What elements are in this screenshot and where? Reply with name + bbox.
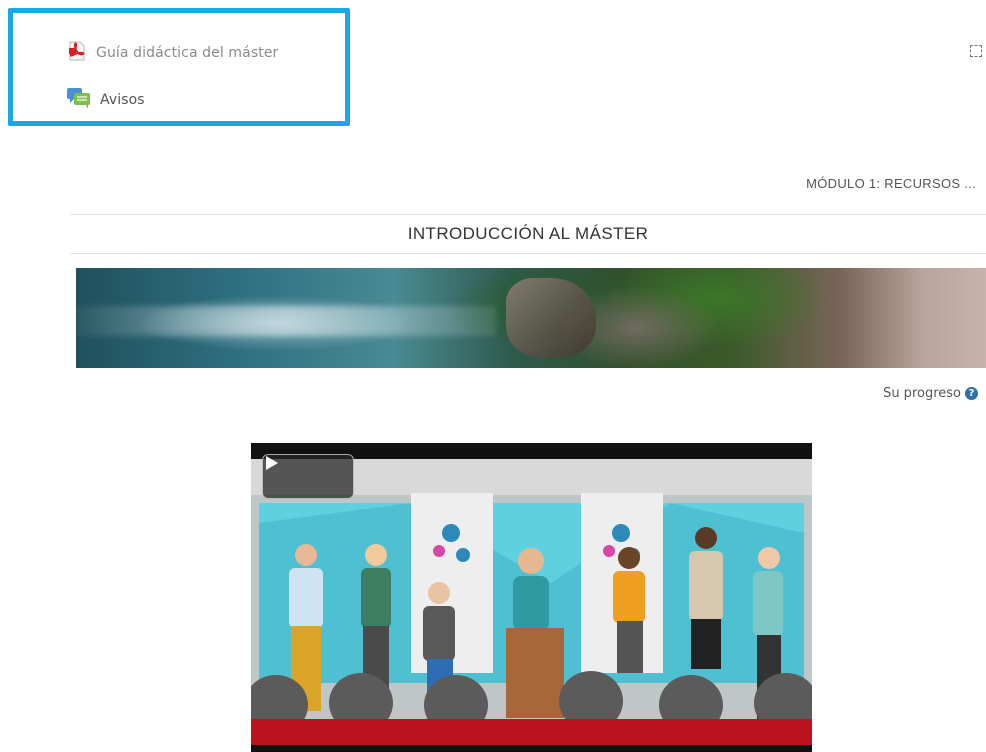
progress-indicator: Su progreso ? [883,386,978,401]
completion-checkbox[interactable] [970,45,982,57]
activity-guia-didactica[interactable]: Guía didáctica del máster [66,40,278,66]
progress-label: Su progreso [883,386,961,401]
play-button[interactable] [262,454,354,499]
activity-label: Guía didáctica del máster [96,45,279,61]
highlight-frame [8,8,350,126]
section-banner-image [76,268,986,368]
help-icon[interactable]: ? [965,387,978,400]
pdf-icon [66,40,88,66]
activity-label: Avisos [100,92,145,108]
forum-icon [66,86,92,114]
next-section-link[interactable]: MÓDULO 1: RECURSOS ... [806,176,976,191]
video-player[interactable] [251,443,812,752]
section-title: INTRODUCCIÓN AL MÁSTER [70,214,986,254]
activity-avisos[interactable]: Avisos [66,86,145,114]
